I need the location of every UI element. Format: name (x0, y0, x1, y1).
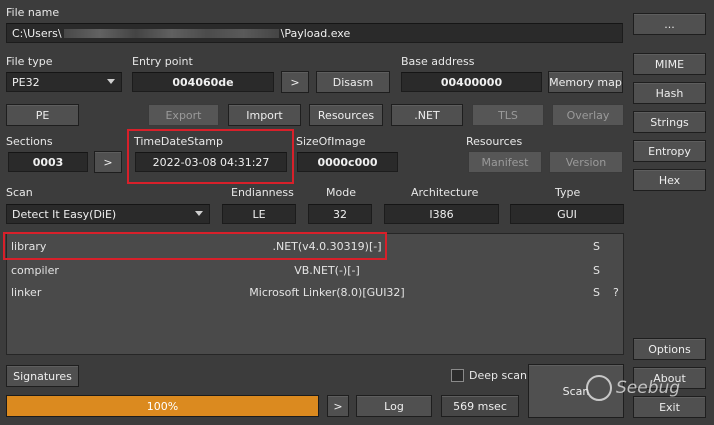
version-button[interactable]: Version (549, 151, 623, 173)
type-label: Type (555, 186, 581, 199)
timestamp-field[interactable]: 2022-03-08 04:31:27 (135, 152, 287, 172)
endianness-field[interactable]: LE (222, 204, 296, 224)
timestamp-label: TimeDateStamp (134, 135, 223, 148)
overlay-button[interactable]: Overlay (552, 104, 624, 126)
browse-button[interactable]: ... (633, 13, 706, 35)
signatures-button[interactable]: Signatures (6, 365, 79, 387)
file-type-select[interactable]: PE32 (6, 72, 122, 92)
architecture-field[interactable]: I386 (384, 204, 499, 224)
entry-point-label: Entry point (132, 55, 193, 68)
hash-button[interactable]: Hash (633, 82, 706, 104)
file-type-label: File type (6, 55, 53, 68)
mime-button[interactable]: MIME (633, 53, 706, 75)
result-flag: S (593, 263, 600, 277)
entropy-button[interactable]: Entropy (633, 140, 706, 162)
resources-button[interactable]: Resources (309, 104, 383, 126)
file-name-field[interactable]: C:\Users\ \Payload.exe (6, 23, 623, 43)
result-row[interactable]: linker Microsoft Linker(8.0)[GUI32] S ? (7, 281, 623, 303)
file-path-prefix: C:\Users\ (12, 26, 62, 40)
file-type-value: PE32 (12, 75, 40, 89)
entry-point-field[interactable]: 004060de (132, 72, 274, 92)
endianness-label: Endianness (231, 186, 294, 199)
size-of-image-field[interactable]: 0000c000 (297, 152, 398, 172)
base-address-field[interactable]: 00400000 (401, 72, 542, 92)
sections-label: Sections (6, 135, 53, 148)
pe-button[interactable]: PE (6, 104, 79, 126)
progress-go-button[interactable]: > (327, 395, 349, 417)
result-name: VB.NET(-)[-] (294, 263, 360, 277)
result-kind: compiler (11, 263, 59, 277)
tls-button[interactable]: TLS (472, 104, 544, 126)
result-name: Microsoft Linker(8.0)[GUI32] (249, 285, 405, 299)
chevron-down-icon (107, 79, 115, 84)
file-name-label: File name (6, 6, 60, 19)
scan-label: Scan (6, 186, 33, 199)
result-extra[interactable]: ? (613, 286, 619, 299)
sections-go-button[interactable]: > (94, 151, 122, 173)
import-button[interactable]: Import (228, 104, 301, 126)
chevron-down-icon (195, 211, 203, 216)
resources-group-label: Resources (466, 135, 523, 148)
library-row-highlight (3, 232, 387, 260)
scan-engine-value: Detect It Easy(DiE) (12, 207, 117, 221)
mode-field[interactable]: 32 (308, 204, 372, 224)
dotnet-button[interactable]: .NET (391, 104, 463, 126)
entry-point-go-button[interactable]: > (281, 71, 309, 93)
sections-field[interactable]: 0003 (8, 152, 88, 172)
export-button[interactable]: Export (148, 104, 219, 126)
manifest-button[interactable]: Manifest (468, 151, 542, 173)
deep-scan-checkbox[interactable] (451, 369, 464, 382)
deep-scan-label: Deep scan (469, 369, 527, 382)
watermark-text: Seebug (616, 378, 681, 398)
memory-map-button[interactable]: Memory map (548, 71, 623, 93)
exit-button[interactable]: Exit (633, 396, 706, 418)
seebug-logo-icon (586, 375, 612, 401)
size-of-image-label: SizeOfImage (296, 135, 366, 148)
log-button[interactable]: Log (356, 395, 432, 417)
result-row[interactable]: compiler VB.NET(-)[-] S (7, 259, 623, 281)
file-path-suffix: \Payload.exe (280, 26, 351, 40)
result-flag: S (593, 239, 600, 253)
scan-progress-bar: 100% (6, 395, 319, 417)
elapsed-time-label: 569 msec (441, 395, 519, 417)
scan-engine-select[interactable]: Detect It Easy(DiE) (6, 204, 210, 224)
result-flag: S (593, 285, 600, 299)
architecture-label: Architecture (411, 186, 479, 199)
hex-button[interactable]: Hex (633, 169, 706, 191)
redacted-path-segment (63, 28, 279, 38)
disasm-button[interactable]: Disasm (316, 71, 390, 93)
strings-button[interactable]: Strings (633, 111, 706, 133)
options-button[interactable]: Options (633, 338, 706, 360)
type-field[interactable]: GUI (510, 204, 624, 224)
result-kind: linker (11, 285, 42, 299)
mode-label: Mode (326, 186, 356, 199)
progress-text: 100% (146, 399, 179, 413)
base-address-label: Base address (401, 55, 475, 68)
